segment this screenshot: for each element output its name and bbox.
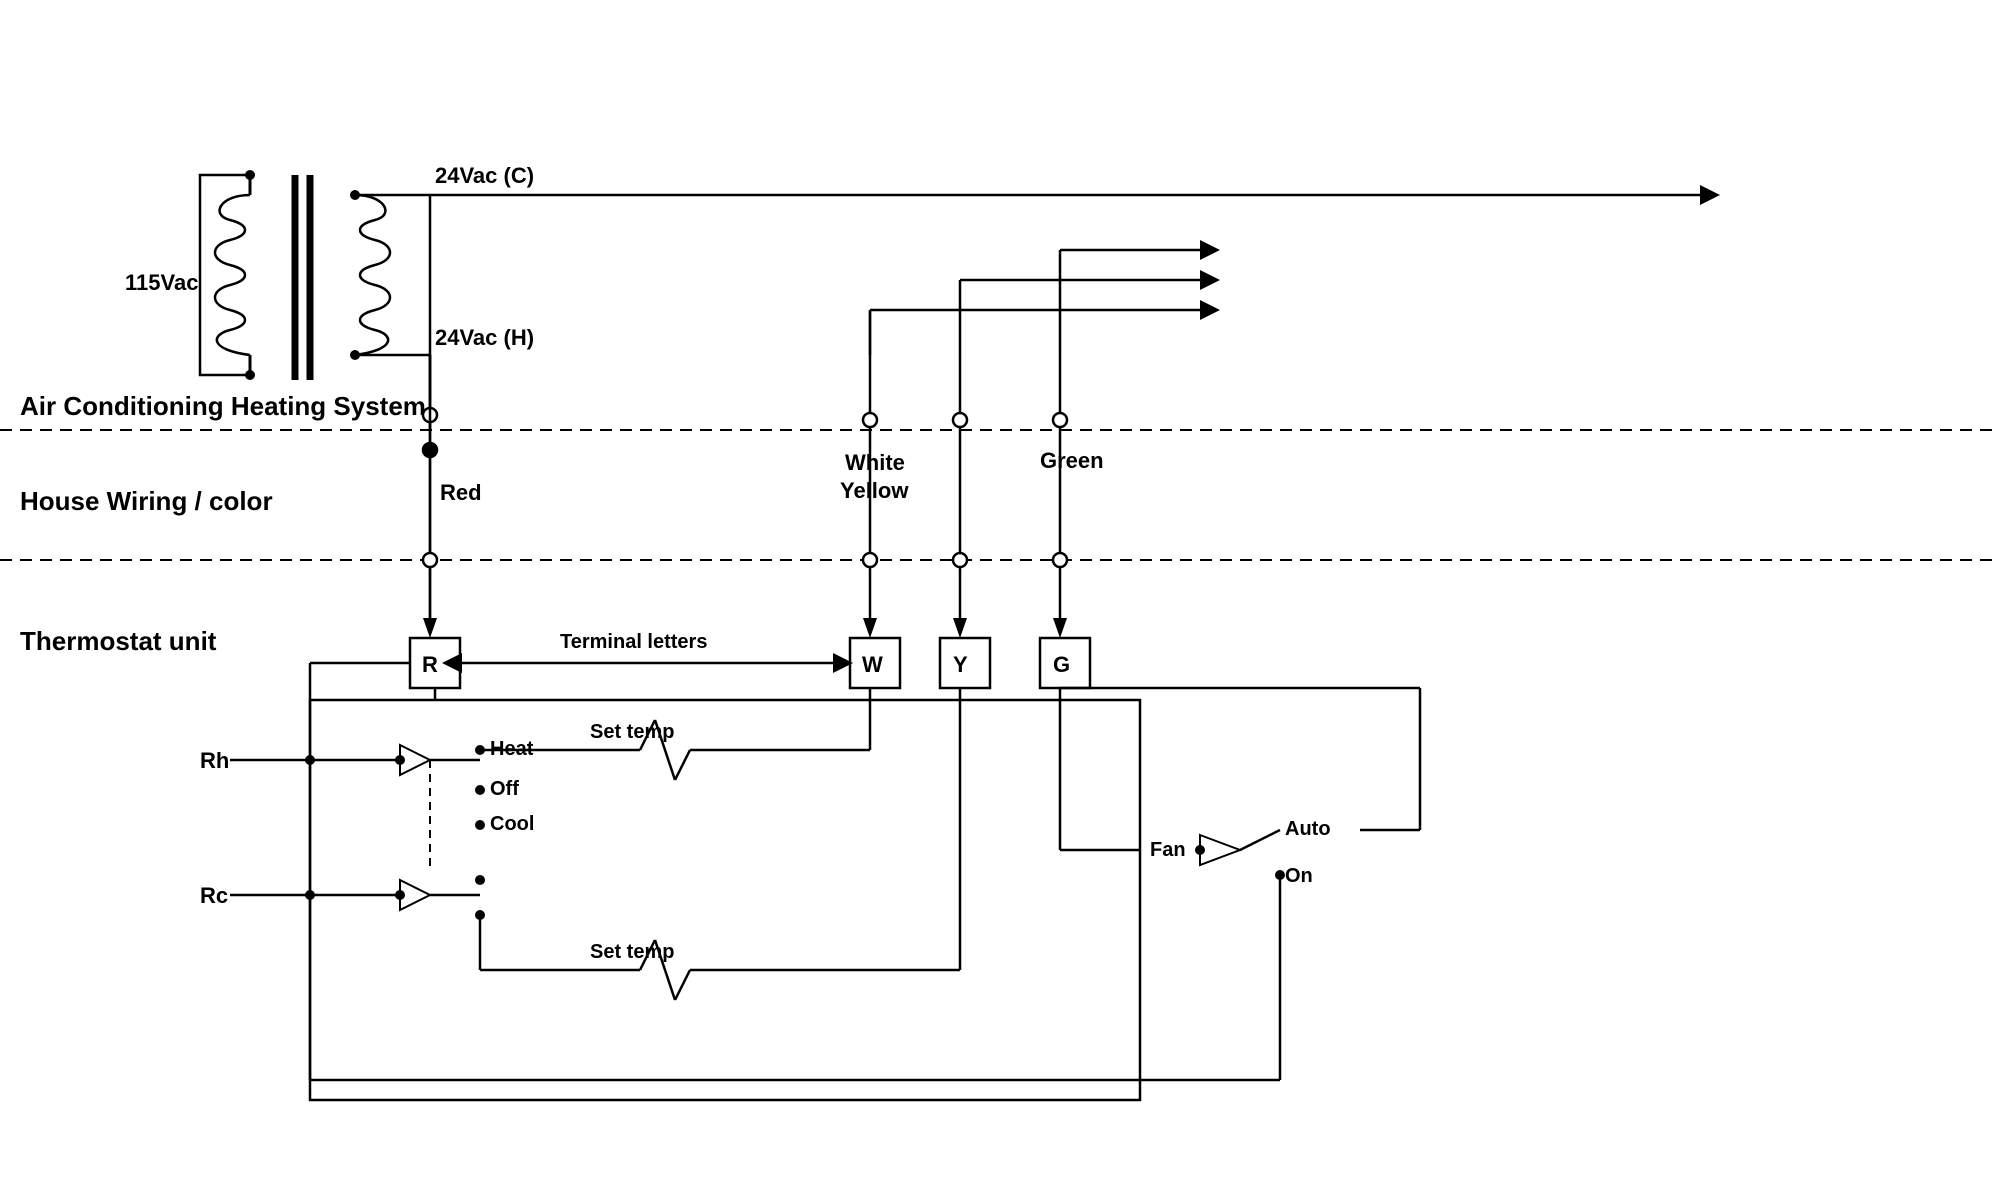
fan-auto-label: Auto <box>1285 818 1331 840</box>
wire-white-label: White <box>845 450 905 475</box>
label-115vac: 115Vac <box>125 270 198 295</box>
terminal-r-label: R <box>422 652 438 677</box>
wire-green-label: Green <box>1040 448 1104 473</box>
mode-cool-label: Cool <box>490 813 534 835</box>
terminal-w-label: W <box>862 652 883 677</box>
rc-label: Rc <box>200 883 228 908</box>
terminal-letters-label: Terminal letters <box>560 631 707 653</box>
mode-off-label: Off <box>490 778 519 800</box>
section-ac-label: Air Conditioning Heating System <box>20 391 426 421</box>
label-24vac-h: 24Vac (H) <box>435 325 534 350</box>
wire-red-label: Red <box>440 480 482 505</box>
terminal-y-label: Y <box>953 652 968 677</box>
terminal-g-label: G <box>1053 652 1070 677</box>
label-24vac-c: 24Vac (C) <box>435 163 534 188</box>
section-house-label: House Wiring / color <box>20 486 273 516</box>
wire-yellow-label: Yellow <box>840 478 909 503</box>
fan-on-label: On <box>1285 865 1313 887</box>
section-thermostat-label: Thermostat unit <box>20 626 217 656</box>
fan-label: Fan <box>1150 839 1186 861</box>
rh-label: Rh <box>200 748 229 773</box>
